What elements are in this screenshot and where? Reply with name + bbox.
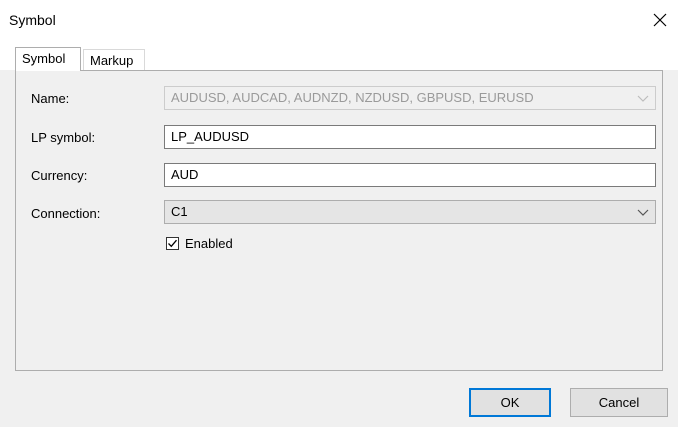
lp-symbol-label: LP symbol: [31, 130, 96, 145]
enabled-label: Enabled [185, 236, 233, 251]
name-value: AUDUSD, AUDCAD, AUDNZD, NZDUSD, GBPUSD, … [171, 90, 534, 105]
connection-value: C1 [171, 204, 188, 219]
tab-strip: Symbol Markup [0, 40, 678, 71]
enabled-checkbox[interactable] [166, 237, 179, 250]
name-combobox: AUDUSD, AUDCAD, AUDNZD, NZDUSD, GBPUSD, … [164, 86, 656, 110]
enabled-checkbox-row[interactable]: Enabled [166, 236, 233, 251]
connection-select[interactable]: C1 [164, 200, 656, 224]
tab-symbol[interactable]: Symbol [15, 47, 81, 71]
symbol-dialog: Symbol Symbol Markup Name: AUDUSD, AUDCA… [0, 0, 678, 427]
currency-input[interactable]: AUD [164, 163, 656, 187]
currency-label: Currency: [31, 168, 88, 183]
chevron-down-icon [637, 209, 649, 216]
lp-symbol-input[interactable]: LP_AUDUSD [164, 125, 656, 149]
window-title: Symbol [9, 12, 56, 28]
tab-markup[interactable]: Markup [83, 49, 145, 71]
close-icon [653, 13, 667, 27]
ok-button[interactable]: OK [469, 388, 551, 417]
close-button[interactable] [642, 6, 678, 34]
connection-label: Connection: [31, 206, 101, 221]
chevron-down-icon [637, 95, 649, 102]
title-bar: Symbol [0, 0, 678, 40]
name-label: Name: [31, 91, 70, 106]
cancel-button[interactable]: Cancel [570, 388, 668, 417]
checkmark-icon [168, 239, 177, 248]
